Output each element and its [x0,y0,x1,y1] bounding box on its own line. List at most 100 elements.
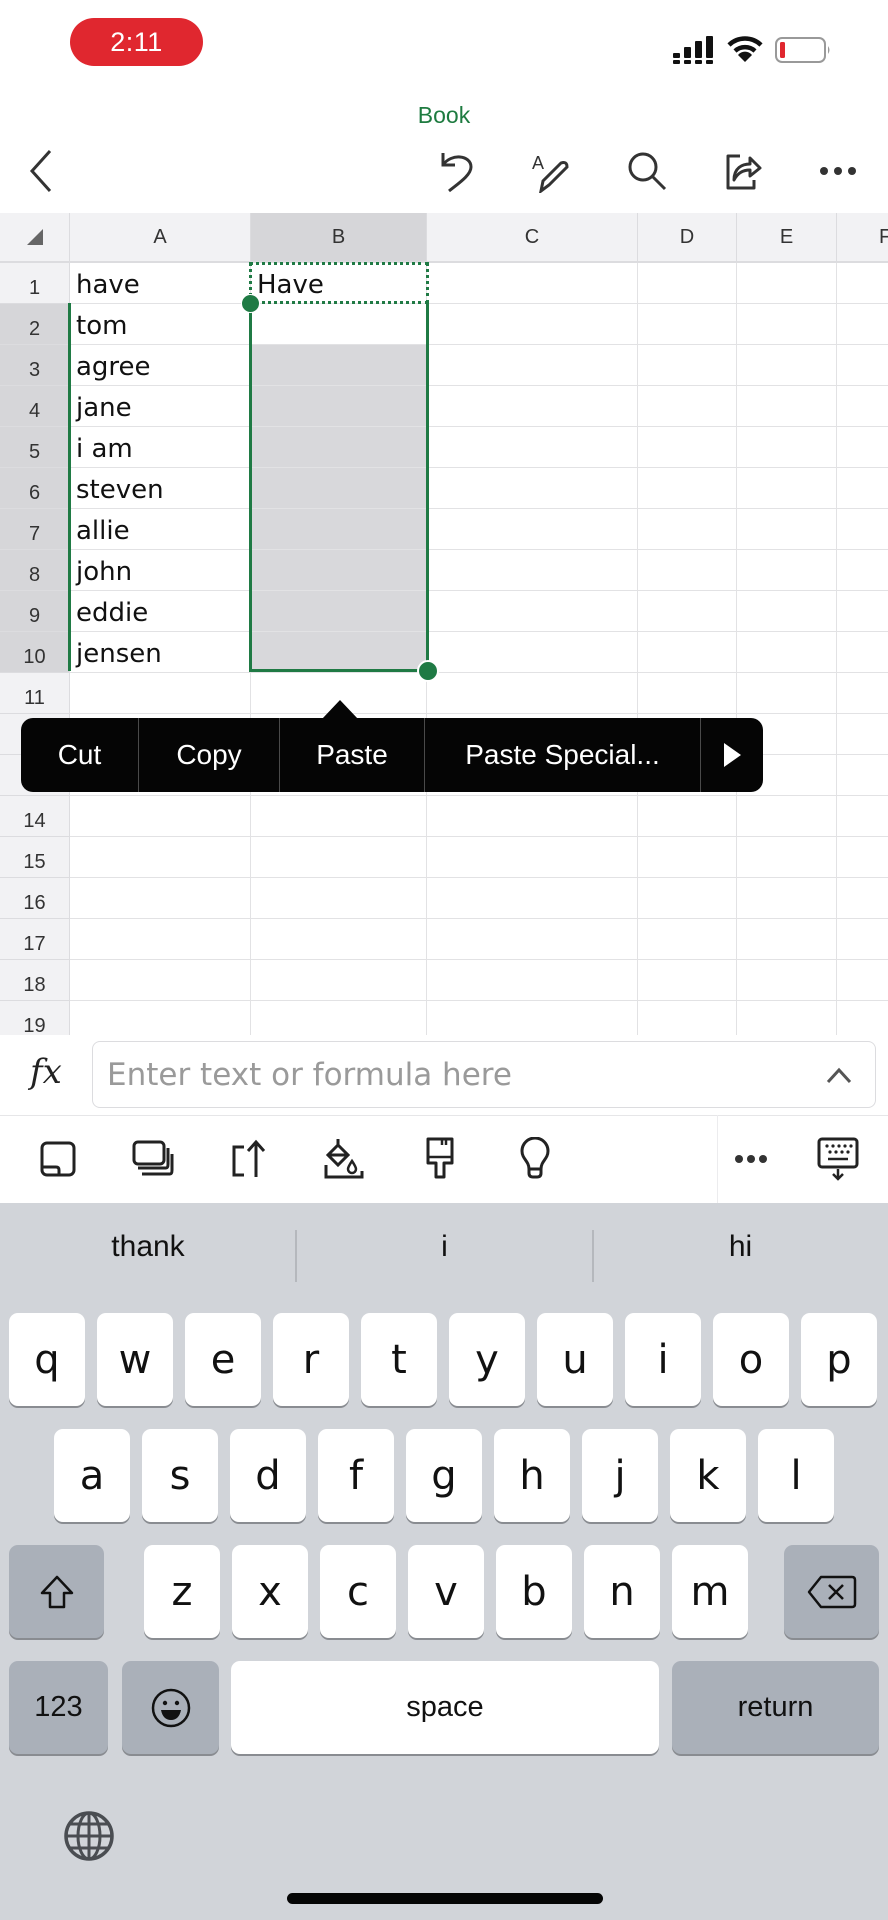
cell-A10[interactable]: jensen [70,632,251,673]
menu-paste[interactable]: Paste [280,718,425,792]
cell-D5[interactable] [638,427,737,468]
column-header-a[interactable]: A [70,213,251,263]
key-j[interactable]: j [582,1429,658,1522]
key-d[interactable]: d [230,1429,306,1522]
formula-input[interactable]: Enter text or formula here [92,1041,876,1108]
cell-A2[interactable]: tom [70,304,251,345]
cell-B17[interactable] [251,919,427,960]
key-x[interactable]: x [232,1545,308,1638]
key-q[interactable]: q [9,1313,85,1406]
menu-cut[interactable]: Cut [21,718,139,792]
cell-F3[interactable] [837,345,888,386]
cell-F18[interactable] [837,960,888,1001]
cell-C11[interactable] [427,673,638,714]
column-header-b[interactable]: B [251,213,427,263]
space-key[interactable]: space [231,1661,659,1754]
key-r[interactable]: r [273,1313,349,1406]
globe-language-icon[interactable] [63,1810,115,1862]
cell-D10[interactable] [638,632,737,673]
key-m[interactable]: m [672,1545,748,1638]
row-header-4[interactable]: 4 [0,386,70,427]
select-all-button[interactable] [0,213,70,263]
key-s[interactable]: s [142,1429,218,1522]
cell-D6[interactable] [638,468,737,509]
cell-F4[interactable] [837,386,888,427]
key-f[interactable]: f [318,1429,394,1522]
cell-D8[interactable] [638,550,737,591]
toolbar-more-button[interactable] [729,1137,773,1181]
numbers-key[interactable]: 123 [9,1661,108,1754]
row-header-18[interactable]: 18 [0,960,70,1001]
cell-C1[interactable] [427,263,638,304]
cell-D1[interactable] [638,263,737,304]
cell-A17[interactable] [70,919,251,960]
cell-A9[interactable]: eddie [70,591,251,632]
cell-D9[interactable] [638,591,737,632]
cell-C15[interactable] [427,837,638,878]
cell-B15[interactable] [251,837,427,878]
cell-C4[interactable] [427,386,638,427]
cell-E6[interactable] [737,468,837,509]
cell-F5[interactable] [837,427,888,468]
cell-B18[interactable] [251,960,427,1001]
cell-E11[interactable] [737,673,837,714]
cell-C7[interactable] [427,509,638,550]
cell-A5[interactable]: i am [70,427,251,468]
key-w[interactable]: w [97,1313,173,1406]
cell-style-button[interactable] [36,1137,80,1181]
row-header-8[interactable]: 8 [0,550,70,591]
cell-A15[interactable] [70,837,251,878]
key-y[interactable]: y [449,1313,525,1406]
key-e[interactable]: e [185,1313,261,1406]
selection-handle-bottom[interactable] [417,660,439,682]
insert-button[interactable] [226,1137,270,1181]
cell-C3[interactable] [427,345,638,386]
cell-E2[interactable] [737,304,837,345]
cell-E14[interactable] [737,796,837,837]
key-p[interactable]: p [801,1313,877,1406]
cell-F14[interactable] [837,796,888,837]
cell-A19[interactable] [70,1001,251,1035]
row-header-9[interactable]: 9 [0,591,70,632]
row-header-5[interactable]: 5 [0,427,70,468]
cell-E16[interactable] [737,878,837,919]
undo-button[interactable] [434,148,480,194]
row-header-19[interactable]: 19 [0,1001,70,1035]
cell-A7[interactable]: allie [70,509,251,550]
cell-E7[interactable] [737,509,837,550]
cell-F12[interactable] [837,714,888,755]
hide-keyboard-button[interactable] [816,1137,860,1181]
cell-D17[interactable] [638,919,737,960]
cell-F11[interactable] [837,673,888,714]
cell-A16[interactable] [70,878,251,919]
cell-F7[interactable] [837,509,888,550]
key-b[interactable]: b [496,1545,572,1638]
cell-B14[interactable] [251,796,427,837]
cell-E15[interactable] [737,837,837,878]
key-t[interactable]: t [361,1313,437,1406]
format-painter-button[interactable] [418,1137,462,1181]
cell-F17[interactable] [837,919,888,960]
row-header-7[interactable]: 7 [0,509,70,550]
cell-A1[interactable]: have [70,263,251,304]
cell-A4[interactable]: jane [70,386,251,427]
cell-D15[interactable] [638,837,737,878]
key-c[interactable]: c [320,1545,396,1638]
cell-F9[interactable] [837,591,888,632]
cell-D18[interactable] [638,960,737,1001]
cell-D19[interactable] [638,1001,737,1035]
delete-key[interactable] [784,1545,879,1638]
cell-E5[interactable] [737,427,837,468]
cell-D7[interactable] [638,509,737,550]
menu-paste-special[interactable]: Paste Special... [425,718,701,792]
cell-C5[interactable] [427,427,638,468]
key-n[interactable]: n [584,1545,660,1638]
cell-E19[interactable] [737,1001,837,1035]
key-i[interactable]: i [625,1313,701,1406]
cell-D16[interactable] [638,878,737,919]
cell-C16[interactable] [427,878,638,919]
key-o[interactable]: o [713,1313,789,1406]
spreadsheet-grid[interactable]: A B C D E F 1 have Have 2 tom 3 agree 4 jane 5 i a… [0,213,888,1035]
cell-D3[interactable] [638,345,737,386]
emoji-key[interactable] [122,1661,219,1754]
